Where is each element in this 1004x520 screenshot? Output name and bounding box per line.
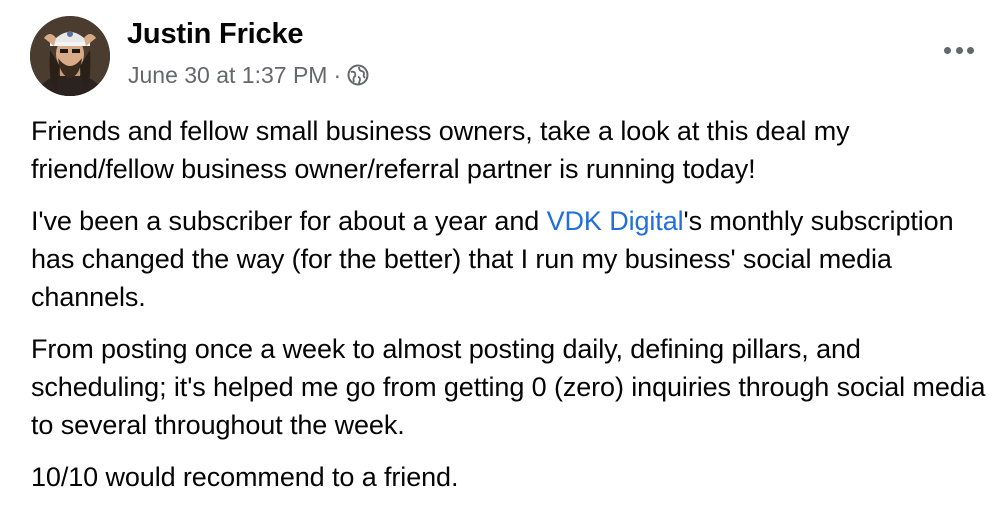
vdk-digital-link[interactable]: VDK Digital: [547, 206, 684, 236]
paragraph-text: I've been a subscriber for about a year …: [31, 206, 547, 236]
author-avatar[interactable]: [30, 16, 110, 96]
more-dot: [967, 46, 974, 54]
post-timestamp[interactable]: June 30 at 1:37 PM: [128, 62, 327, 89]
more-dot: [944, 46, 951, 54]
author-name[interactable]: Justin Fricke: [127, 18, 304, 51]
post-paragraph: From posting once a week to almost posti…: [31, 334, 986, 440]
post-content: Friends and fellow small business owners…: [31, 112, 991, 510]
post-paragraph: Friends and fellow small business owners…: [31, 116, 850, 184]
post-meta: June 30 at 1:37 PM ·: [128, 60, 369, 90]
post-paragraph: 10/10 would recommend to a friend.: [31, 462, 459, 492]
more-options-icon[interactable]: [944, 40, 974, 60]
facebook-post: Justin Fricke June 30 at 1:37 PM · Frien…: [0, 0, 1004, 520]
meta-separator: ·: [333, 61, 342, 88]
globe-icon[interactable]: [347, 64, 369, 86]
more-dot: [955, 46, 963, 54]
post-paragraph: I've been a subscriber for about a year …: [31, 202, 991, 316]
